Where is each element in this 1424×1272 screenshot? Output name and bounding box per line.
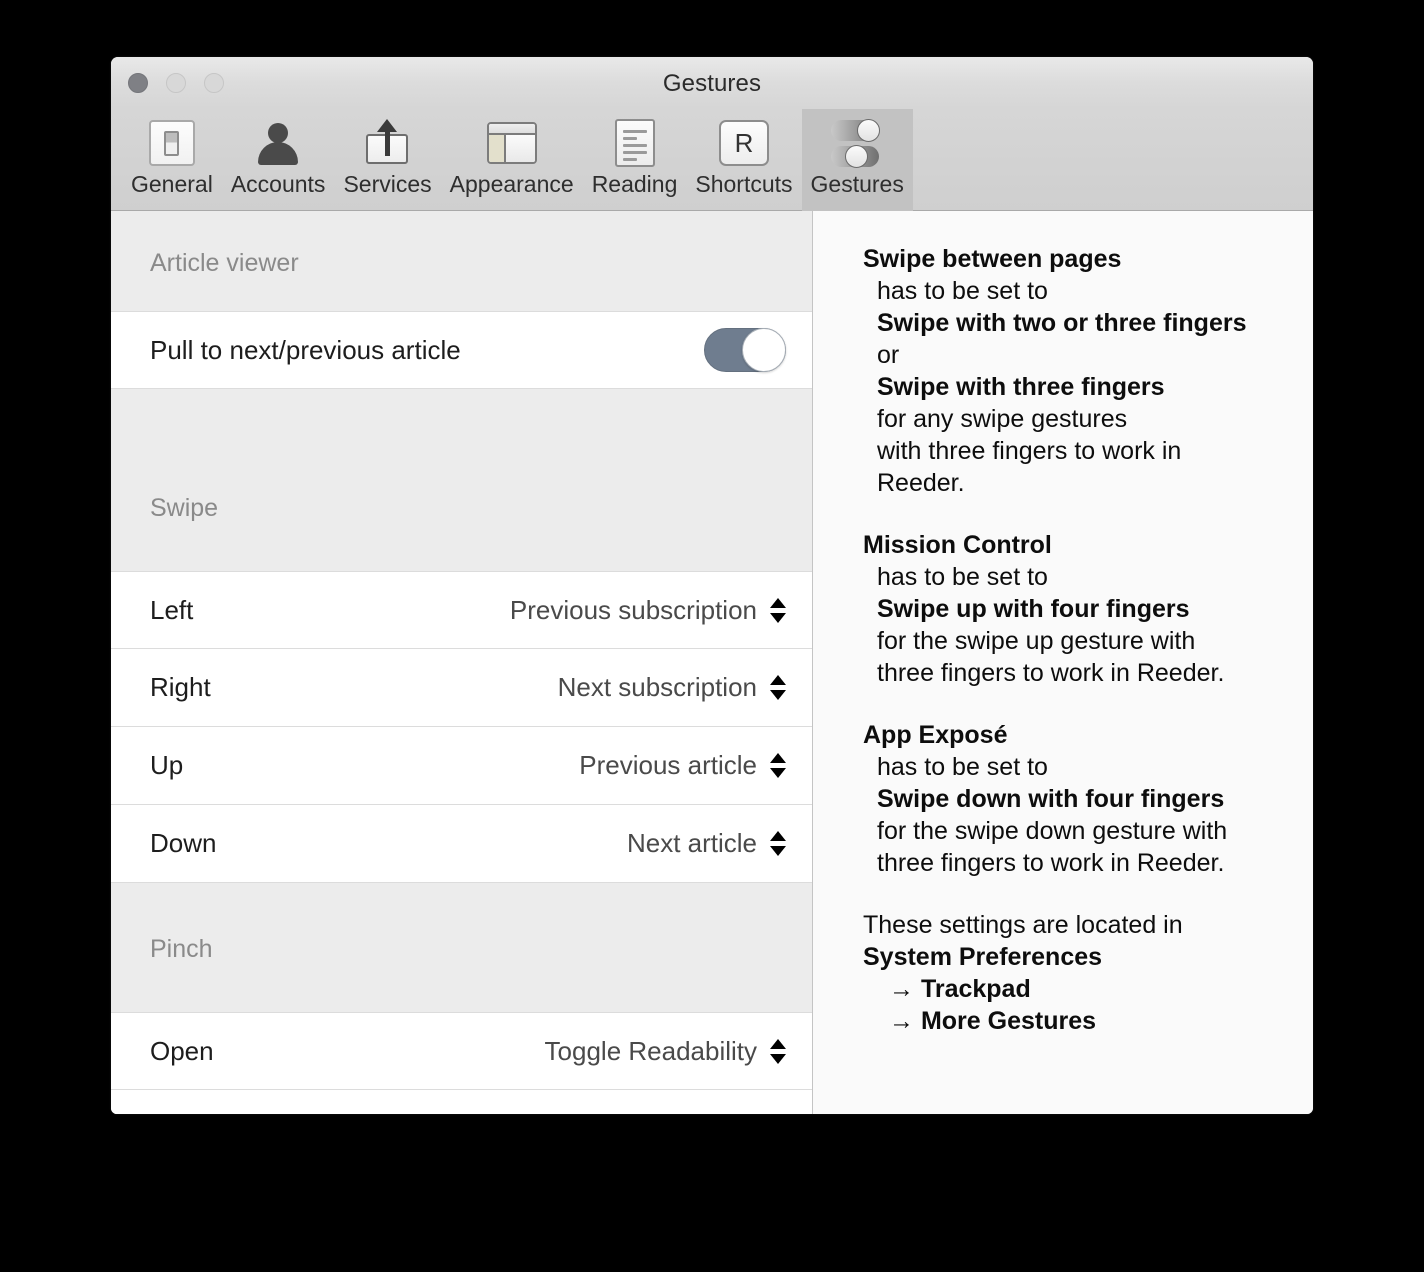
row-pinch-open: Open Toggle Readability — [111, 1012, 812, 1090]
help-paragraph-app-expose: App Exposé has to be set to Swipe down w… — [863, 719, 1289, 879]
swipe-down-popup[interactable]: Next article — [627, 828, 786, 859]
preferences-window: Gestures General Accounts Services Appea… — [111, 57, 1313, 1114]
preferences-content: Article viewer Pull to next/previous art… — [111, 211, 1313, 1114]
row-label: Pull to next/previous article — [150, 334, 461, 365]
tab-gestures-label: Gestures — [810, 171, 904, 197]
row-label: Down — [150, 828, 217, 858]
toggle-knob — [742, 328, 786, 372]
stepper-arrows-icon[interactable] — [770, 753, 786, 778]
section-spacer — [111, 534, 812, 571]
preferences-toolbar: General Accounts Services Appearance Rea… — [111, 109, 1313, 211]
section-header-swipe: Swipe — [111, 482, 812, 534]
tab-gestures[interactable]: Gestures — [801, 109, 913, 211]
row-swipe-right: Right Next subscription — [111, 649, 812, 727]
pinch-open-popup[interactable]: Toggle Readability — [545, 1036, 786, 1067]
row-pinch-close: Close Toggle Readability — [111, 1090, 812, 1114]
share-arrow-icon — [364, 114, 412, 172]
pull-to-next-previous-article-toggle[interactable] — [704, 328, 786, 372]
popup-value: Previous article — [579, 750, 757, 780]
window-layout-icon — [486, 114, 537, 172]
tab-general[interactable]: General — [122, 109, 222, 211]
tab-appearance[interactable]: Appearance — [441, 109, 583, 211]
help-paragraph-mission-control: Mission Control has to be set to Swipe u… — [863, 529, 1289, 689]
help-line: for the swipe down gesture with — [877, 817, 1228, 845]
help-line: Swipe down with four fingers — [877, 785, 1225, 813]
help-line: Swipe between pages — [863, 245, 1122, 273]
help-line: Mission Control — [863, 531, 1052, 559]
swipe-up-popup[interactable]: Previous article — [579, 750, 786, 781]
row-label: Close — [150, 1113, 545, 1114]
gestures-settings-list: Article viewer Pull to next/previous art… — [111, 211, 813, 1114]
tab-accounts-label: Accounts — [230, 171, 326, 197]
tab-services[interactable]: Services — [334, 109, 440, 211]
row-label: Right — [150, 672, 211, 702]
section-header-pinch: Pinch — [111, 923, 812, 975]
letter-r-key-glyph: R — [718, 120, 769, 166]
window-titlebar: Gestures — [111, 57, 1313, 109]
row-swipe-down: Down Next article — [111, 805, 812, 883]
stepper-arrows-icon[interactable] — [770, 831, 786, 856]
document-lines-icon — [614, 114, 655, 172]
help-line: System Preferences — [863, 943, 1103, 971]
popup-value: Previous subscription — [509, 594, 757, 625]
help-line-trackpad: → Trackpad — [889, 975, 1031, 1003]
section-header-article-viewer: Article viewer — [111, 211, 812, 311]
tab-reading-label: Reading — [591, 171, 678, 197]
pinch-close-popup[interactable]: Toggle Readability — [545, 1113, 786, 1114]
help-line: has to be set to — [877, 563, 1048, 591]
help-line: for the swipe up gesture with — [877, 627, 1196, 655]
stepper-arrows-icon[interactable] — [770, 675, 786, 700]
row-swipe-up: Up Previous article — [111, 727, 812, 805]
section-spacer — [111, 883, 812, 923]
help-line: with three fingers to work in — [877, 437, 1182, 465]
help-line: has to be set to — [877, 753, 1048, 781]
tab-services-label: Services — [343, 171, 432, 197]
help-line: for any swipe gestures — [877, 405, 1128, 433]
tab-accounts[interactable]: Accounts — [222, 109, 335, 211]
help-line: App Exposé — [863, 721, 1008, 749]
letter-r-key-icon: R — [718, 114, 769, 172]
help-line: or — [877, 341, 900, 369]
row-label: Left — [150, 594, 194, 625]
toggle-switches-icon — [831, 114, 883, 172]
section-spacer — [111, 975, 812, 1012]
tab-shortcuts-label: Shortcuts — [695, 171, 793, 197]
row-label: Up — [150, 750, 184, 780]
help-line: These settings are located in — [863, 911, 1183, 939]
window-title: Gestures — [662, 70, 762, 97]
help-line: Swipe up with four fingers — [877, 595, 1190, 623]
section-spacer — [111, 389, 812, 482]
popup-value: Next article — [626, 828, 757, 858]
help-line: has to be set to — [877, 277, 1048, 305]
help-line-more-gestures: → More Gestures — [889, 1007, 1097, 1035]
tab-appearance-label: Appearance — [449, 171, 574, 197]
help-line: three fingers to work in Reeder. — [877, 849, 1225, 877]
help-line: Reeder. — [877, 469, 965, 497]
stepper-arrows-icon[interactable] — [770, 597, 786, 623]
popup-value: Toggle Readability — [545, 1113, 757, 1114]
popup-value: Toggle Readability — [544, 1035, 757, 1066]
light-switch-icon — [148, 114, 195, 172]
stepper-arrows-icon[interactable] — [770, 1038, 786, 1064]
row-label: Open — [150, 1035, 214, 1066]
help-paragraph-swipe-between-pages: Swipe between pages has to be set to Swi… — [863, 243, 1289, 499]
swipe-right-popup[interactable]: Next subscription — [558, 672, 786, 703]
help-line: three fingers to work in Reeder. — [877, 659, 1225, 687]
tab-general-label: General — [131, 171, 213, 197]
person-silhouette-icon — [255, 114, 301, 172]
popup-value: Next subscription — [557, 672, 757, 702]
gestures-help-panel: Swipe between pages has to be set to Swi… — [813, 211, 1313, 1114]
tab-shortcuts[interactable]: R Shortcuts — [686, 109, 801, 211]
row-pull-to-next-previous-article: Pull to next/previous article — [111, 311, 812, 389]
row-swipe-left: Left Previous subscription — [111, 571, 812, 649]
help-line: Swipe with three fingers — [877, 373, 1165, 401]
help-paragraph-system-preferences: These settings are located in System Pre… — [863, 909, 1289, 1037]
tab-reading[interactable]: Reading — [583, 109, 687, 211]
help-line: Swipe with two or three fingers — [877, 309, 1247, 337]
swipe-left-popup[interactable]: Previous subscription — [510, 595, 786, 626]
